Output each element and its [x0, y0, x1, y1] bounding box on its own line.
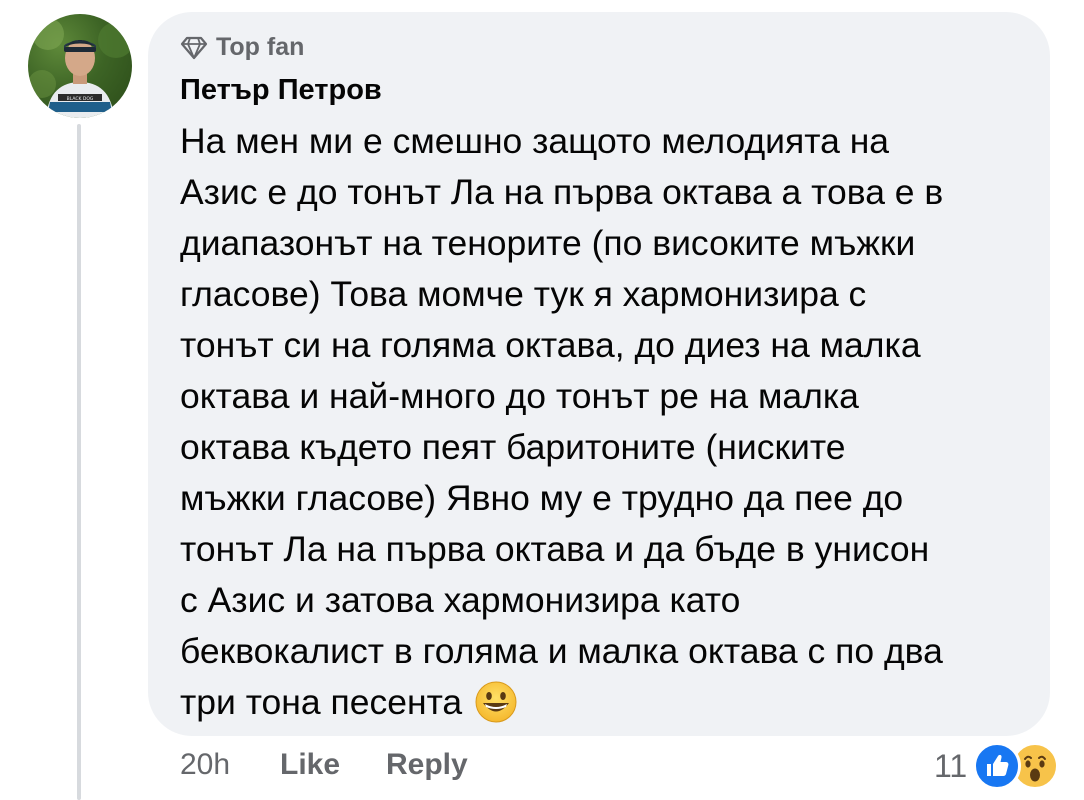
comment-line: мъжки гласове) Явно му е трудно да пее д… [180, 478, 904, 518]
reply-button[interactable]: Reply [386, 748, 468, 782]
diamond-icon [180, 36, 208, 59]
comment-line: октава където пеят баритоните (ниските [180, 427, 846, 467]
author-name[interactable]: Петър Петров [180, 74, 382, 107]
like-icon [973, 742, 1022, 790]
timestamp[interactable]: 20h [180, 748, 280, 782]
avatar[interactable]: BLACK DOG [28, 14, 132, 118]
comment-line: с Азис и затова хармонизира като [180, 580, 741, 620]
comment-line-last: три тона песента [180, 677, 1030, 728]
like-button[interactable]: Like [280, 748, 386, 782]
profile-photo: BLACK DOG [28, 18, 132, 118]
comment-thread: BLACK DOG Top fan Петър Петров На мен ми… [0, 0, 1084, 800]
comment-line: три тона песента [180, 682, 463, 722]
comment-text: На мен ми е смешно защото мелодията на А… [180, 116, 1030, 728]
shirt-print: BLACK DOG [67, 96, 94, 102]
comment-line: беквокалист в голяма и малка октава с по… [180, 631, 943, 671]
thread-line [77, 124, 81, 800]
badge-label: Top fan [216, 33, 305, 61]
comment-line: октава и най-много до тонът ре на малка [180, 376, 859, 416]
comment-actions: 20h Like Reply [180, 748, 468, 782]
comment-line: диапазонът на тенорите (по високите мъжк… [180, 223, 916, 263]
reactions-summary[interactable]: 11 [934, 742, 1060, 790]
comment-line: тонът Ла на първа октава и да бъде в уни… [180, 529, 930, 569]
comment-line: гласове) Това момче тук я хармонизира с [180, 274, 867, 314]
comment-line: тонът си на голяма октава, до диез на ма… [180, 325, 921, 365]
reaction-count: 11 [934, 747, 968, 784]
comment-line: Азис е до тонът Ла на първа октава а тов… [180, 172, 944, 212]
top-fan-badge[interactable]: Top fan [180, 33, 304, 62]
grinning-face-emoji [475, 681, 517, 723]
comment-line: На мен ми е смешно защото мелодията на [180, 121, 890, 161]
